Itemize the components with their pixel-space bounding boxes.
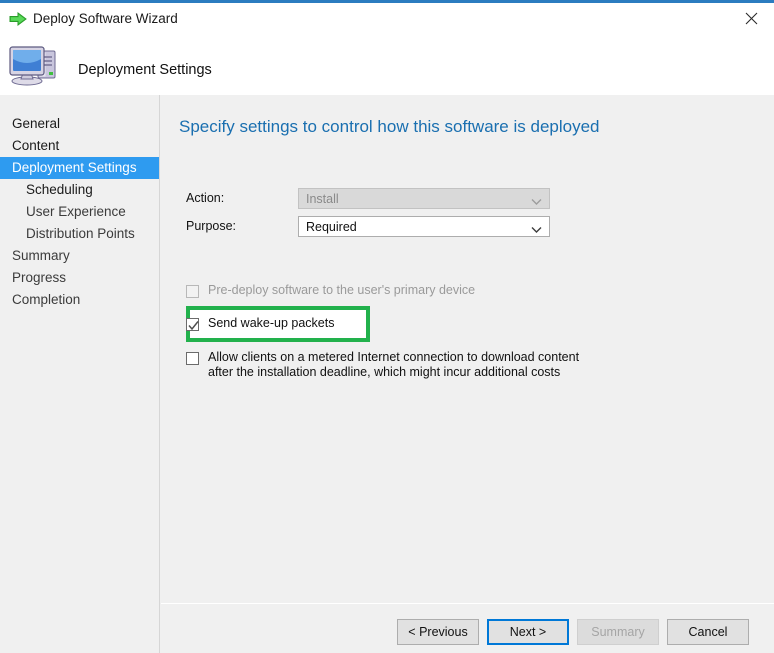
sidebar-item-general[interactable]: General [0,113,159,135]
wizard-step-sidebar: General Content Deployment Settings Sche… [0,95,160,653]
main-content-pane: Specify settings to control how this sof… [161,95,774,653]
previous-button[interactable]: < Previous [397,619,479,645]
green-right-arrow-icon [9,12,27,26]
purpose-label: Purpose: [186,219,237,233]
action-dropdown-value: Install [306,192,339,206]
metered-connection-checkbox[interactable] [186,352,199,365]
chevron-down-icon [531,223,542,233]
purpose-dropdown[interactable]: Required [298,216,550,237]
sidebar-item-user-experience[interactable]: User Experience [0,201,159,223]
sidebar-item-scheduling[interactable]: Scheduling [0,179,159,201]
pre-deploy-checkbox [186,285,199,298]
next-button[interactable]: Next > [487,619,569,645]
window-title: Deploy Software Wizard [33,11,178,26]
header-band: Deployment Settings [0,36,774,95]
action-dropdown: Install [298,188,550,209]
sidebar-item-progress[interactable]: Progress [0,267,159,289]
metered-connection-checkbox-label: Allow clients on a metered Internet conn… [208,350,580,379]
sidebar-item-deployment-settings[interactable]: Deployment Settings [0,157,159,179]
send-wake-up-packets-checkbox[interactable] [186,318,199,331]
chevron-down-icon [531,195,542,205]
send-wake-up-packets-checkbox-label: Send wake-up packets [208,316,335,330]
cancel-button[interactable]: Cancel [667,619,749,645]
sidebar-item-content[interactable]: Content [0,135,159,157]
sidebar-item-distribution-points[interactable]: Distribution Points [0,223,159,245]
sidebar-item-summary[interactable]: Summary [0,245,159,267]
header-subtitle: Deployment Settings [78,62,212,78]
body-region: General Content Deployment Settings Sche… [0,95,774,653]
sidebar-item-completion[interactable]: Completion [0,289,159,311]
page-title: Specify settings to control how this sof… [179,117,600,136]
title-bar: Deploy Software Wizard [0,3,774,36]
purpose-dropdown-value: Required [306,220,357,234]
summary-button: Summary [577,619,659,645]
computer-monitor-icon [8,41,62,87]
wizard-footer: < Previous Next > Summary Cancel [161,603,774,653]
pre-deploy-checkbox-label: Pre-deploy software to the user's primar… [208,283,476,297]
action-label: Action: [186,191,225,205]
close-icon[interactable] [729,3,774,33]
deploy-software-wizard-window: Deploy Software Wizard Deployment Settin… [0,0,774,653]
